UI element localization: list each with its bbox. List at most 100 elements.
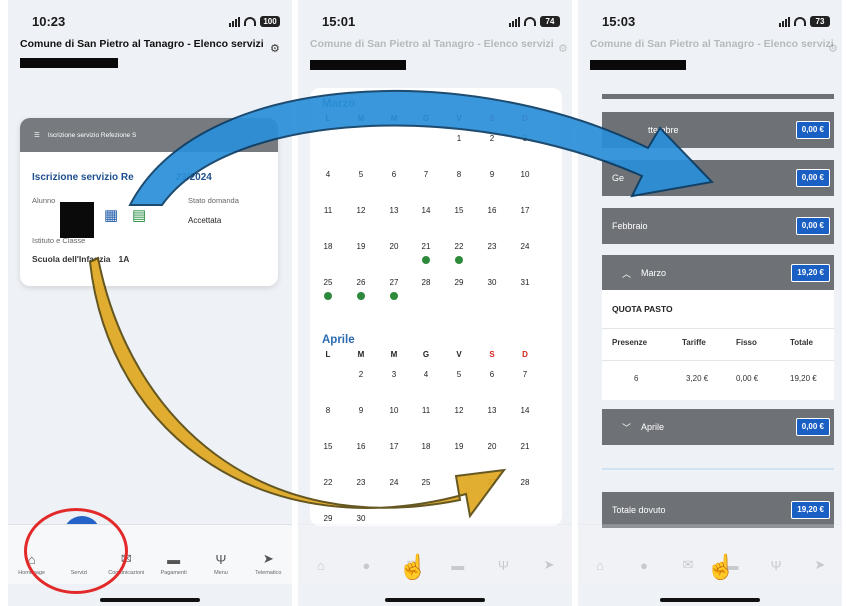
- calendar-day[interactable]: 3: [515, 134, 535, 143]
- nav-telematico[interactable]: ➤ Telematico: [246, 551, 290, 576]
- col-header: Totale: [790, 338, 813, 347]
- calendar-day[interactable]: 27: [384, 278, 404, 287]
- nav-pagamenti[interactable]: ▬ Pagamenti: [152, 552, 196, 576]
- calendar-day[interactable]: 29: [318, 514, 338, 523]
- calendar-day[interactable]: 12: [351, 206, 371, 215]
- service-card[interactable]: ☰ Iscrizione servizio Refezione S Iscriz…: [20, 118, 278, 286]
- calendar-day[interactable]: 28: [416, 278, 436, 287]
- calendar-day[interactable]: 13: [384, 206, 404, 215]
- calendar-day[interactable]: 18: [318, 242, 338, 251]
- accordion-aprile[interactable]: ﹀ Aprile 0,00 €: [602, 409, 834, 445]
- attendance-dot: [422, 256, 430, 264]
- calendar-day[interactable]: 22: [318, 478, 338, 487]
- calendar-day[interactable]: 8: [449, 170, 469, 179]
- calendar-day[interactable]: 28: [515, 478, 535, 487]
- calendar-day[interactable]: 17: [515, 206, 535, 215]
- signal-icon: [229, 16, 240, 27]
- accordion-settembre[interactable]: ttembre 0,00 €: [602, 112, 834, 148]
- calendar-day[interactable]: 23: [351, 478, 371, 487]
- month-title-april: Aprile: [322, 334, 355, 346]
- nav-pagamenti[interactable]: ▬: [436, 558, 480, 576]
- cutlery-icon: Ψ: [770, 558, 782, 573]
- calendar-day[interactable]: 10: [515, 170, 535, 179]
- calendar-day[interactable]: 6: [482, 370, 502, 379]
- calendar-day[interactable]: 5: [351, 170, 371, 179]
- calendar-day[interactable]: 21: [416, 242, 436, 251]
- calendar-day[interactable]: 24: [515, 242, 535, 251]
- nav-menu[interactable]: Ψ Menu: [199, 552, 243, 576]
- clipboard-icon[interactable]: ▤: [132, 206, 146, 224]
- calendar-day[interactable]: 9: [351, 406, 371, 415]
- calendar-day[interactable]: 21: [515, 442, 535, 451]
- calendar-day[interactable]: 2: [482, 134, 502, 143]
- accordion-gennaio[interactable]: Ge 0,00 €: [602, 160, 834, 196]
- calendar-day[interactable]: 10: [384, 406, 404, 415]
- gear-icon[interactable]: ⚙: [558, 42, 568, 55]
- calendar-day[interactable]: 14: [515, 406, 535, 415]
- calendar-day[interactable]: 27: [482, 478, 502, 487]
- calendar-day[interactable]: 26: [351, 278, 371, 287]
- accordion-marzo[interactable]: ︿ Marzo 19,20 €: [602, 255, 834, 291]
- calendar-day[interactable]: 7: [416, 170, 436, 179]
- calendar-day[interactable]: 24: [384, 478, 404, 487]
- nav-comunicazioni[interactable]: ✉: [666, 557, 710, 576]
- card-header[interactable]: ☰ Iscrizione servizio Refezione S: [20, 118, 278, 152]
- calendar-day[interactable]: 9: [482, 170, 502, 179]
- nav-telematico[interactable]: ➤: [527, 557, 571, 576]
- divider: [602, 360, 834, 361]
- nav-telematico[interactable]: ➤: [798, 557, 842, 576]
- nav-servizi[interactable]: ●: [344, 558, 388, 576]
- calendar-day[interactable]: 3: [384, 370, 404, 379]
- app-title: Comune di San Pietro al Tanagro - Elenco…: [310, 38, 554, 50]
- calendar-day[interactable]: 17: [384, 442, 404, 451]
- calendar-day[interactable]: 25: [416, 478, 436, 487]
- calendar-day[interactable]: 22: [449, 242, 469, 251]
- status-icons: 73: [779, 16, 830, 27]
- nav-homepage[interactable]: ⌂: [578, 558, 622, 576]
- calendar-day[interactable]: 16: [351, 442, 371, 451]
- nav-homepage[interactable]: ⌂: [299, 558, 343, 576]
- calendar-day[interactable]: 20: [482, 442, 502, 451]
- gear-icon[interactable]: ⚙: [270, 42, 280, 55]
- calendar-day[interactable]: 31: [515, 278, 535, 287]
- divider: [602, 468, 834, 470]
- amount-badge: 0,00 €: [795, 418, 830, 436]
- calendar-day[interactable]: 19: [351, 242, 371, 251]
- amount-badge: 0,00 €: [795, 121, 830, 139]
- calendar-day[interactable]: 11: [318, 206, 338, 215]
- calendar-day[interactable]: 2: [351, 370, 371, 379]
- cell-presenze: 6: [634, 374, 639, 383]
- attendance-dot: [324, 292, 332, 300]
- calendar-day[interactable]: 20: [384, 242, 404, 251]
- calendar-day[interactable]: 25: [318, 278, 338, 287]
- calendar-day[interactable]: 15: [318, 442, 338, 451]
- calendar-day[interactable]: 1: [449, 134, 469, 143]
- calendar-day[interactable]: 23: [482, 242, 502, 251]
- calendar-day[interactable]: 7: [515, 370, 535, 379]
- calendar-day[interactable]: 4: [416, 370, 436, 379]
- list-icon: ☰: [34, 132, 40, 139]
- calendar-day[interactable]: 4: [318, 170, 338, 179]
- quota-pasto-table: QUOTA PASTO Presenze Tariffe Fisso Total…: [602, 290, 834, 400]
- calendar-icon[interactable]: ▦: [104, 206, 118, 224]
- calendar-day[interactable]: 14: [416, 206, 436, 215]
- calendar-day[interactable]: 13: [482, 406, 502, 415]
- stato-value: Accettata: [188, 216, 222, 225]
- gear-icon[interactable]: ⚙: [828, 42, 838, 55]
- calendar-day[interactable]: 16: [482, 206, 502, 215]
- calendar-day[interactable]: 15: [449, 206, 469, 215]
- calendar-day[interactable]: 8: [318, 406, 338, 415]
- nav-menu[interactable]: Ψ: [754, 558, 798, 576]
- calendar-day[interactable]: 11: [416, 406, 436, 415]
- calendar-day[interactable]: 19: [449, 442, 469, 451]
- nav-servizi[interactable]: ●: [622, 558, 666, 576]
- calendar-day[interactable]: 30: [482, 278, 502, 287]
- calendar-day[interactable]: 29: [449, 278, 469, 287]
- nav-menu[interactable]: Ψ: [481, 558, 525, 576]
- calendar-day[interactable]: 12: [449, 406, 469, 415]
- calendar-day[interactable]: 18: [416, 442, 436, 451]
- calendar-day[interactable]: 30: [351, 514, 371, 523]
- accordion-febbraio[interactable]: Febbraio 0,00 €: [602, 208, 834, 244]
- calendar-day[interactable]: 5: [449, 370, 469, 379]
- calendar-day[interactable]: 6: [384, 170, 404, 179]
